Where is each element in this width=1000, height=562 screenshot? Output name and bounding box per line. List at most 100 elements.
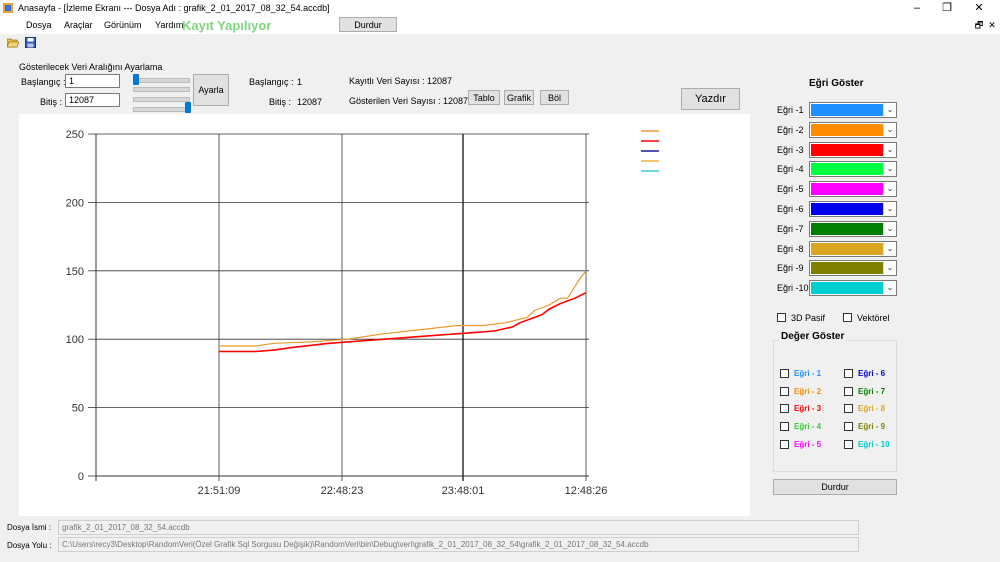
curve-color-select[interactable]: ⌄ [809,121,897,138]
curve-color-select[interactable]: ⌄ [809,201,897,217]
vector-label: Vektörel [857,313,890,323]
chevron-down-icon[interactable]: ⌄ [883,281,896,296]
value-checkbox-label: Eğri - 3 [794,404,822,414]
start-slider-track[interactable] [133,78,190,83]
value-checkbox[interactable] [780,439,789,449]
menu-gorunum[interactable]: Görünüm [104,20,142,30]
value-checkbox-label: Eğri - 9 [858,422,886,432]
chevron-down-icon[interactable]: ⌄ [883,142,896,157]
y-tick-label: 200 [66,197,84,209]
curves-title: Eğri Göster [809,78,864,89]
value-checkbox[interactable] [844,439,853,449]
curve-color-select[interactable]: ⌄ [809,240,897,257]
value-checkbox[interactable] [844,369,853,378]
folder-open-icon[interactable] [6,37,20,48]
curve-label: Eğri -4 [777,164,804,175]
chevron-down-icon[interactable]: ⌄ [883,221,896,236]
x-tick-label: 22:48:23 [321,485,364,497]
vector-checkbox[interactable] [843,313,852,322]
app-icon [3,3,13,13]
table-button[interactable]: Tablo [468,90,500,105]
curve-label: Eğri -6 [777,204,804,214]
value-checkbox-label: Eğri - 7 [858,386,886,396]
color-swatch [811,282,883,295]
chevron-down-icon[interactable]: ⌄ [883,182,896,197]
value-checkbox[interactable] [780,386,789,396]
line-chart: 0 50 100 150 200 250 21:51:09 22:48:23 23:48:01 1… [66,129,659,497]
end-slider-thumb[interactable] [185,102,191,113]
value-checkbox[interactable] [780,422,789,432]
curve-color-select[interactable]: ⌄ [809,161,897,178]
value-checkbox-label: Eğri - 10 [858,439,890,449]
apply-range-button[interactable]: Ayarla [193,74,229,106]
range-end-input[interactable] [65,93,120,107]
chevron-down-icon[interactable]: ⌄ [883,162,896,177]
maximize-button[interactable]: ❐ [938,1,956,15]
menu-araclar[interactable]: Araçlar [64,20,93,30]
info-end-label: Bitiş : [269,97,292,107]
curve-color-select[interactable]: ⌄ [809,181,897,198]
value-checkbox-label: Eğri - 5 [794,439,822,449]
file-path-label: Dosya Yolu : [7,541,52,550]
curve-label: Eğri -3 [777,144,804,155]
menu-bar [0,17,1000,34]
value-checkbox[interactable] [844,422,853,432]
chevron-down-icon[interactable]: ⌄ [883,241,896,256]
file-name-field: grafik_2_01_2017_08_32_54.accdb [58,520,859,535]
curve-label: Eğri -9 [777,263,804,274]
toolbar [0,34,1000,52]
split-button[interactable]: Böl [540,90,569,105]
curve-color-select[interactable]: ⌄ [809,141,897,158]
chevron-down-icon[interactable]: ⌄ [883,103,896,117]
menu-yardim[interactable]: Yardım [155,20,183,30]
end-slider-track[interactable] [133,97,190,102]
value-checkbox[interactable] [844,386,853,396]
series-line-1 [219,270,587,347]
curve-color-select[interactable]: ⌄ [809,280,897,297]
series-line-2 [219,291,587,353]
range-start-input[interactable] [65,74,120,88]
end-slider-track-2 [133,107,190,112]
value-checkbox[interactable] [844,404,853,414]
chart-area: 0 50 100 150 200 250 21:51:09 22:48:23 23:48:01 1… [19,114,750,516]
3d-passive-checkbox[interactable] [777,313,786,322]
print-button[interactable]: Yazdır [681,88,740,110]
range-start-label: Başlangıç : [21,77,66,87]
stop-button[interactable]: Durdur [773,479,897,495]
curve-label: Eğri -1 [777,105,804,115]
start-slider-thumb[interactable] [133,74,139,85]
menu-dosya[interactable]: Dosya [26,20,52,30]
x-tick-label: 23:48:01 [442,485,485,497]
color-swatch [811,203,883,215]
curve-color-select[interactable]: ⌄ [809,260,897,277]
window-title: Anasayfa - [İzleme Ekranı --- Dosya Adı … [18,3,330,13]
color-swatch [811,123,883,136]
chevron-down-icon[interactable]: ⌄ [883,202,896,216]
minimize-button[interactable]: – [908,1,926,15]
file-name-label: Dosya İsmi : [7,523,52,532]
y-tick-label: 100 [66,334,84,346]
save-icon[interactable] [25,37,36,48]
curve-label: Eğri -8 [777,243,804,254]
records-count-text: Kayıtlı Veri Sayısı : 12087 [349,76,453,86]
start-slider-track-2 [133,87,190,92]
stop-recording-button[interactable]: Durdur [339,17,397,32]
chart-button[interactable]: Grafik [504,90,534,105]
x-tick-label: 12:48:26 [565,485,608,497]
range-end-label: Bitiş : [40,97,63,107]
close-button[interactable]: ✕ [970,1,988,15]
mdi-close-button[interactable]: ✕ [983,18,1000,32]
value-checkbox[interactable] [780,369,789,378]
chevron-down-icon[interactable]: ⌄ [883,122,896,137]
info-start-value: 1 [297,77,303,87]
value-checkbox-label: Eğri - 1 [794,369,822,378]
curve-color-select[interactable]: ⌄ [809,102,897,118]
value-checkbox[interactable] [780,404,789,414]
range-group-title: Gösterilecek Veri Aralığını Ayarlama [19,62,163,72]
value-checkbox-label: Eğri - 6 [858,369,886,378]
3d-passive-label: 3D Pasif [791,313,826,323]
chevron-down-icon[interactable]: ⌄ [883,261,896,276]
curve-label: Eğri -2 [777,124,804,135]
curve-color-select[interactable]: ⌄ [809,220,897,237]
y-tick-label: 50 [72,403,84,415]
